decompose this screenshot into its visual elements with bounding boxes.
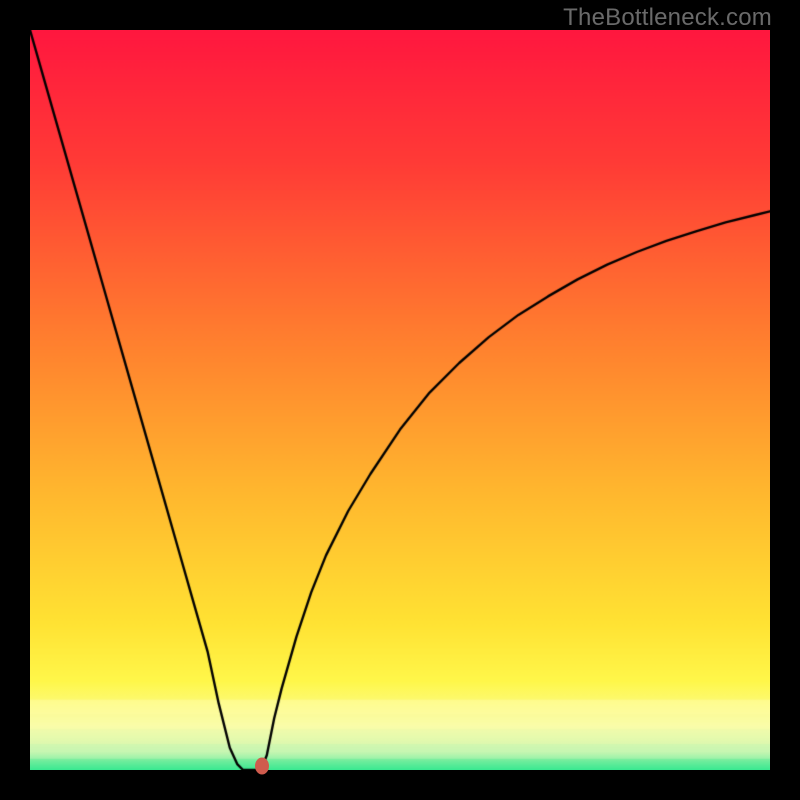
plot-frame: [30, 30, 770, 770]
watermark-text: TheBottleneck.com: [563, 4, 772, 32]
optimum-marker: [255, 758, 269, 775]
bottleneck-curve: [30, 30, 770, 770]
